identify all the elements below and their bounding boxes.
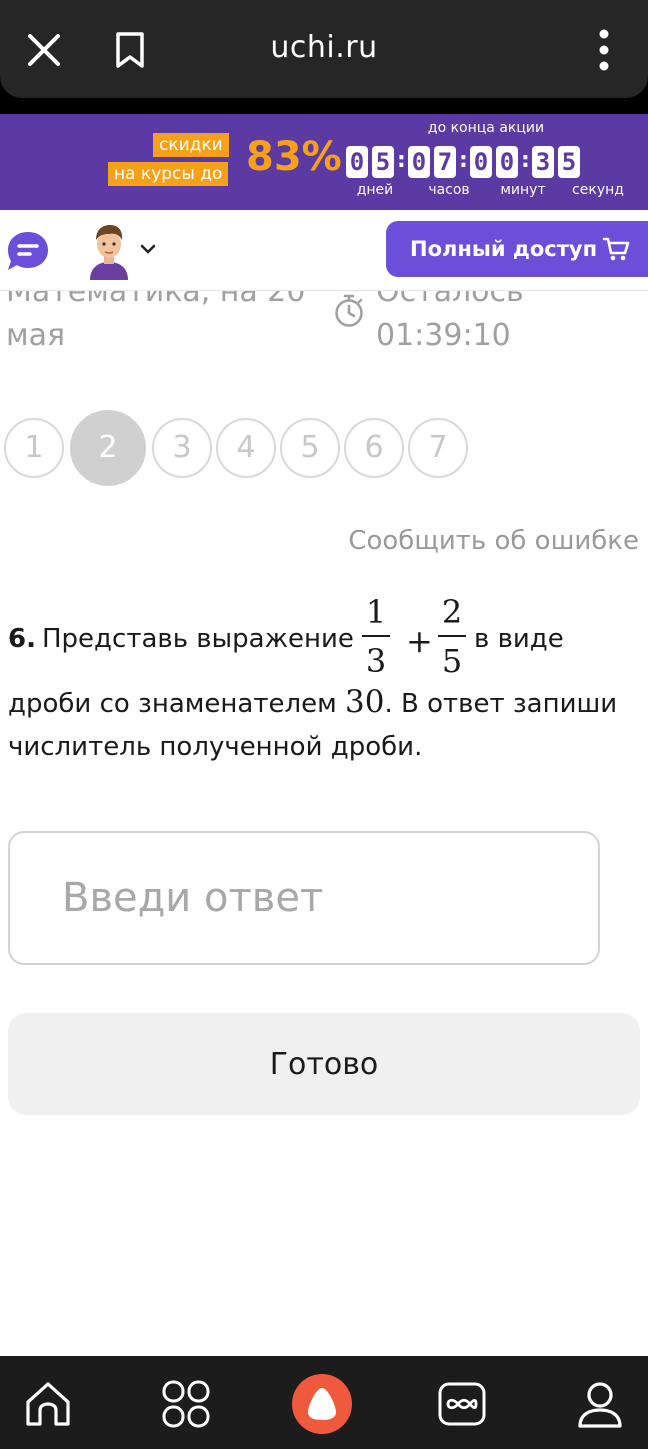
countdown-digit: 0: [496, 146, 518, 178]
question-text: 6. Представь выражение 1 3 + 2 5 в виде …: [8, 592, 640, 762]
task-subject-line2: мая: [6, 318, 66, 353]
chevron-down-icon[interactable]: [140, 242, 156, 256]
countdown-label-days: дней: [356, 182, 394, 198]
done-button[interactable]: Готово: [8, 1013, 640, 1115]
step-4[interactable]: 4: [216, 418, 276, 478]
plus-operator: +: [406, 622, 433, 660]
countdown-label-minutes: минут: [500, 182, 546, 198]
fraction-1-numerator: 1: [365, 593, 387, 631]
page: uchi.ru скидки на курсы до 83% до конца …: [0, 0, 648, 1449]
profile-icon[interactable]: [574, 1378, 626, 1430]
answer-input[interactable]: [8, 831, 600, 965]
fraction-2-denominator: 5: [441, 642, 463, 680]
promo-percent: 83%: [246, 134, 342, 180]
question-line-3: числитель полученной дроби.: [8, 732, 423, 762]
countdown-digit: 7: [434, 146, 456, 178]
countdown-digit: 5: [558, 146, 580, 178]
full-access-button[interactable]: Полный доступ: [386, 221, 648, 277]
url-display[interactable]: uchi.ru: [0, 30, 648, 65]
fraction-1: 1 3: [362, 592, 390, 681]
fraction-2: 2 5: [438, 592, 466, 681]
avatar[interactable]: [84, 222, 134, 280]
home-icon[interactable]: [22, 1378, 74, 1430]
promo-tag-courses: на курсы до: [108, 162, 229, 186]
browser-bar: uchi.ru: [0, 0, 648, 114]
question-line2-after: . В ответ запиши: [384, 689, 618, 719]
infinity-icon[interactable]: [436, 1378, 488, 1430]
countdown-separator: :: [397, 148, 406, 173]
step-3[interactable]: 3: [152, 418, 212, 478]
countdown-label-seconds: секунд: [572, 182, 624, 198]
stopwatch-icon: [335, 294, 363, 327]
question-line-2: дроби со знаменателем 30. В ответ запиши: [8, 684, 617, 720]
question-text-before: Представь выражение: [42, 624, 354, 654]
denominator-value: 30: [344, 684, 385, 720]
countdown-digit: 0: [346, 146, 368, 178]
browser-toolbar: uchi.ru: [0, 0, 648, 98]
question-line-1: 6. Представь выражение 1 3 + 2 5 в виде: [8, 592, 640, 684]
app-header: Полный доступ: [0, 210, 648, 290]
countdown-digit: 3: [532, 146, 554, 178]
report-error-link[interactable]: Сообщить об ошибке: [348, 526, 639, 556]
step-2[interactable]: 2: [70, 410, 146, 486]
countdown-label-hours: часов: [428, 182, 470, 198]
fraction-2-numerator: 2: [441, 593, 463, 631]
fraction-1-denominator: 3: [365, 642, 387, 680]
promo-until-label: до конца акции: [427, 120, 545, 136]
step-5[interactable]: 5: [280, 418, 340, 478]
question-number: 6.: [8, 624, 36, 654]
promo-tag-discounts: скидки: [153, 133, 229, 157]
countdown-separator: :: [521, 148, 530, 173]
full-access-label: Полный доступ: [410, 237, 598, 261]
apps-grid-icon[interactable]: [160, 1378, 212, 1430]
step-1[interactable]: 1: [4, 418, 64, 478]
countdown-digit: 0: [408, 146, 430, 178]
fraction-bar: [362, 635, 390, 637]
countdown-digit: 0: [470, 146, 492, 178]
question-line2-before: дроби со знаменателем: [8, 689, 345, 719]
more-vertical-icon[interactable]: [588, 26, 620, 74]
fraction-bar: [438, 635, 466, 637]
alice-icon[interactable]: [290, 1372, 354, 1436]
time-remaining-value: 01:39:10: [376, 318, 511, 353]
step-7[interactable]: 7: [408, 418, 468, 478]
chat-icon[interactable]: [4, 228, 52, 276]
countdown-separator: :: [459, 148, 468, 173]
promo-banner[interactable]: скидки на курсы до 83% до конца акции 0 …: [0, 114, 648, 210]
question-steps: 1 2 3 4 5 6 7: [0, 408, 648, 488]
cart-icon: [602, 237, 630, 261]
bottom-nav: [0, 1356, 648, 1449]
step-6[interactable]: 6: [344, 418, 404, 478]
question-text-after: в виде: [474, 624, 564, 654]
countdown-digit: 5: [372, 146, 394, 178]
